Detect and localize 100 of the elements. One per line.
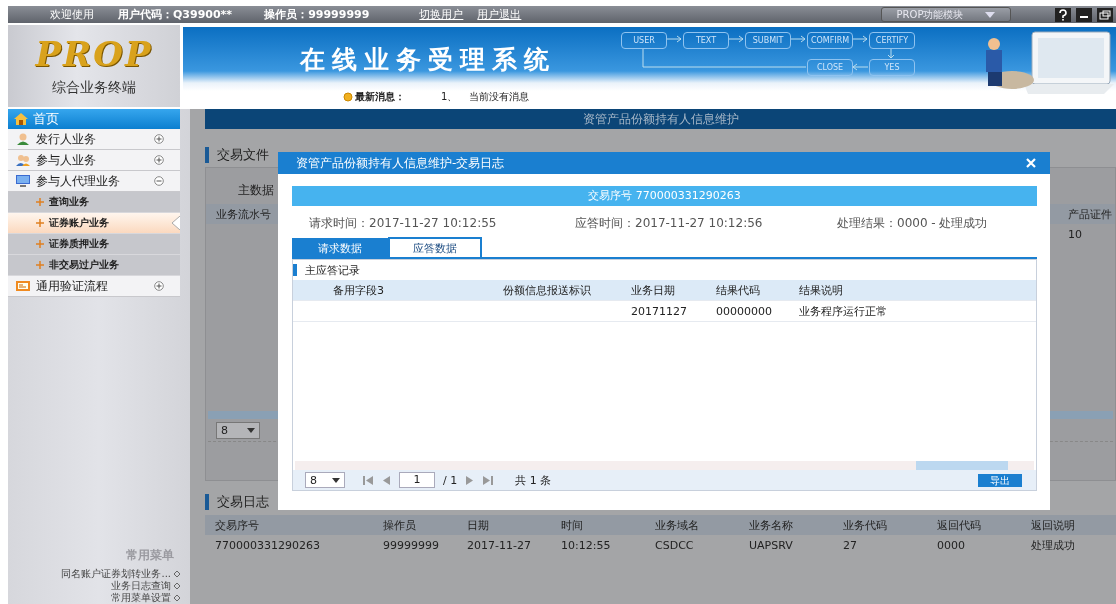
- favorite-link[interactable]: 同名账户证券划转业务...: [8, 568, 190, 580]
- expand-icon: [154, 281, 164, 291]
- monitor-icon: [16, 175, 30, 187]
- column-header: 结果说明: [798, 282, 844, 298]
- section-title: 交易文件: [217, 146, 269, 164]
- news-label: 最新消息：: [355, 90, 405, 104]
- table-cell-text: CSDCC: [654, 538, 695, 552]
- news-index: 1、: [441, 90, 458, 104]
- logo-subtitle: 综合业务终端: [52, 79, 136, 97]
- plus-icon: [36, 240, 44, 248]
- next-page-icon[interactable]: [465, 475, 476, 485]
- header-link[interactable]: 用户退出: [477, 7, 522, 22]
- page-title-bar: 资管产品份额持有人信息维护: [205, 109, 1116, 129]
- sidebar-menu-item[interactable]: 参与人业务: [8, 150, 180, 171]
- dialog-title: 资管产品份额持有人信息维护-交易日志: [296, 154, 505, 172]
- banner-title: 在线业务受理系统: [300, 44, 556, 76]
- table-cell-text: 770000331290263: [214, 538, 321, 552]
- table-cell-text: 0000: [936, 538, 966, 552]
- first-page-icon[interactable]: [363, 475, 373, 485]
- result-text: 处理结果：0000 - 处理成功: [837, 214, 988, 232]
- restore-icon[interactable]: [1097, 7, 1113, 22]
- bullet-icon: [343, 92, 353, 102]
- table-cell-text: 10: [1068, 227, 1083, 241]
- horizontal-scrollbar[interactable]: [295, 461, 1034, 470]
- section-marker: [293, 264, 297, 276]
- column-header: 返回代码: [936, 517, 982, 533]
- flow-step: CLOSE: [807, 59, 853, 76]
- person-icon: [16, 133, 30, 145]
- column-header: 返回说明: [1030, 517, 1076, 533]
- people-icon: [16, 154, 30, 166]
- column-header: 业务代码: [842, 517, 888, 533]
- page-size-select[interactable]: 8: [216, 421, 260, 439]
- record-total: 共 1 条: [515, 472, 552, 488]
- caret-icon: [985, 11, 996, 18]
- export-button[interactable]: 导出: [978, 473, 1022, 487]
- operator-text: 操作员：99999999: [264, 7, 370, 22]
- data-label: 主数据: [238, 183, 274, 197]
- column-header: 业务名称: [748, 517, 794, 533]
- user-code: 用户代码：Q39900**: [118, 7, 233, 22]
- section-marker: [205, 147, 209, 163]
- table-cell-text: 处理成功: [1030, 537, 1076, 553]
- close-icon[interactable]: [1026, 158, 1036, 168]
- table-cell-text: UAPSRV: [748, 538, 794, 552]
- response-time: 应答时间：2017-11-27 10:12:56: [575, 214, 764, 232]
- serial-banner: 交易序号 770000331290263: [292, 186, 1037, 206]
- sidebar-submenu-item[interactable]: 证券账户业务: [8, 213, 180, 234]
- table-cell-text: 99999999: [382, 538, 440, 552]
- header-link[interactable]: 切换用户: [419, 7, 464, 22]
- table-cell-text: 20171127: [630, 304, 688, 318]
- page-count: / 1: [443, 473, 458, 487]
- column-header: 操作员: [382, 517, 417, 533]
- sidebar-submenu-item[interactable]: 非交易过户业务: [8, 255, 180, 276]
- minimize-icon[interactable]: [1076, 7, 1092, 22]
- tab[interactable]: 请求数据: [292, 238, 388, 257]
- column-header: 产品证件: [1068, 206, 1113, 222]
- column-header: 时间: [560, 517, 584, 533]
- last-page-icon[interactable]: [483, 475, 494, 485]
- table-cell-text: 2017-11-27: [466, 538, 532, 552]
- sidebar-menu-item[interactable]: 发行人业务: [8, 129, 180, 150]
- welcome-text: 欢迎使用: [50, 7, 94, 22]
- home-icon: [14, 113, 28, 125]
- flow-step: COMFIRM: [807, 32, 853, 49]
- table-cell-text: 00000000: [715, 304, 773, 318]
- expand-icon: [154, 155, 164, 165]
- sidebar-submenu-item[interactable]: 查询业务: [8, 192, 180, 213]
- column-header: 业务域名: [654, 517, 700, 533]
- favorite-link[interactable]: 常用菜单设置: [8, 592, 190, 604]
- page-size-select[interactable]: 8: [305, 472, 345, 488]
- caret-icon: [247, 427, 255, 433]
- flow-step: SUBMIT: [745, 32, 791, 49]
- favorite-link[interactable]: 业务日志查询: [8, 580, 190, 592]
- previous-page-icon[interactable]: [381, 475, 391, 485]
- plus-icon: [36, 198, 44, 206]
- table-cell-text: 10:12:55: [560, 538, 612, 552]
- tab[interactable]: 应答数据: [388, 237, 482, 257]
- pointer-icon: [172, 216, 180, 230]
- flow-step: CERTIFY: [869, 32, 915, 49]
- panel-title: 主应答记录: [305, 262, 360, 278]
- favorites-title: 常用菜单: [125, 547, 175, 564]
- expand-icon: [154, 134, 164, 144]
- collapse-icon: [154, 176, 164, 186]
- logo-text: PROP: [35, 35, 153, 73]
- flow-step: TEXT: [683, 32, 729, 49]
- sidebar-menu-item[interactable]: 通用验证流程: [8, 276, 180, 297]
- column-header: 份额信息报送标识: [502, 282, 592, 298]
- column-header: 备用字段3: [332, 282, 385, 298]
- scroll-thumb[interactable]: [916, 461, 1008, 470]
- request-time: 请求时间：2017-11-27 10:12:55: [309, 214, 498, 232]
- column-header: 交易序号: [214, 517, 260, 533]
- news-text: 当前没有消息: [469, 90, 530, 104]
- page-input[interactable]: 1: [399, 472, 435, 488]
- flow-step: YES: [869, 59, 915, 76]
- section-title: 交易日志: [217, 493, 269, 511]
- plus-icon: [36, 219, 44, 227]
- table-cell-text: 27: [842, 538, 858, 552]
- plus-icon: [36, 261, 44, 269]
- sidebar-submenu-item[interactable]: 证券质押业务: [8, 234, 180, 255]
- caret-icon: [332, 477, 340, 483]
- help-icon[interactable]: [1055, 7, 1071, 22]
- sidebar-menu-item[interactable]: 参与人代理业务: [8, 171, 180, 192]
